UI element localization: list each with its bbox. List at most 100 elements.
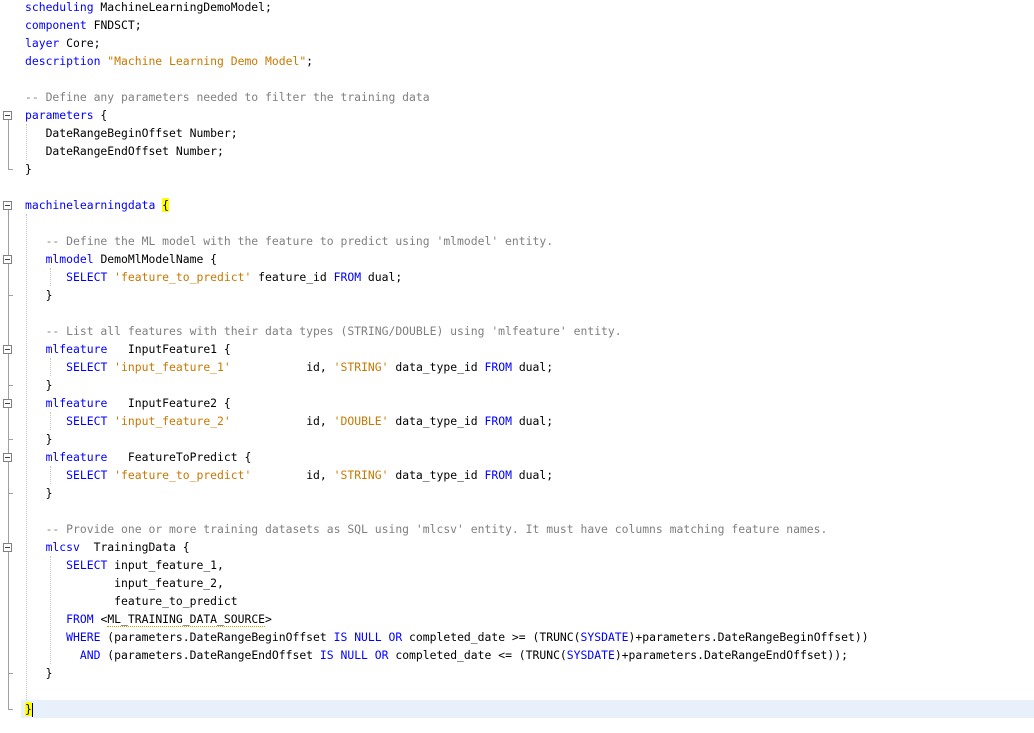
fold-gutter <box>0 0 22 733</box>
fold-line <box>8 462 9 493</box>
code-token: dual; <box>511 360 554 374</box>
code-token: FROM <box>333 270 362 284</box>
code-line[interactable]: feature_to_predict <box>25 592 1034 610</box>
code-line[interactable]: scheduling MachineLearningDemoModel; <box>25 0 1034 16</box>
code-line[interactable]: DateRangeBeginOffset Number; <box>25 124 1034 142</box>
fold-end <box>8 673 13 674</box>
indent-guide <box>50 268 51 286</box>
fold-line <box>8 120 9 169</box>
code-token: parameters <box>25 108 94 122</box>
code-line[interactable]: component FNDSCT; <box>25 16 1034 34</box>
code-line[interactable]: parameters { <box>25 106 1034 124</box>
code-token: FROM <box>484 468 512 482</box>
code-line[interactable]: SELECT 'input_feature_1' id, 'STRING' da… <box>25 358 1034 376</box>
code-line[interactable]: layer Core; <box>25 34 1034 52</box>
code-token: ; <box>306 54 314 68</box>
fold-end <box>8 169 13 170</box>
code-line[interactable] <box>25 682 1034 700</box>
code-line[interactable]: mlfeature InputFeature2 { <box>25 394 1034 412</box>
indent-guide <box>50 556 51 664</box>
code-line[interactable]: mlfeature InputFeature1 { <box>25 340 1034 358</box>
code-token: scheduling <box>25 0 94 14</box>
code-token: "Machine Learning Demo Model" <box>107 54 307 68</box>
text-caret <box>31 702 33 717</box>
code-token: { <box>162 198 170 212</box>
code-token: } <box>25 666 53 680</box>
code-line[interactable]: -- Define the ML model with the feature … <box>25 232 1034 250</box>
code-line[interactable]: SELECT 'feature_to_predict' feature_id F… <box>25 268 1034 286</box>
code-token: mlfeature <box>45 396 108 410</box>
code-line[interactable]: } <box>25 160 1034 178</box>
code-line[interactable]: DateRangeEndOffset Number; <box>25 142 1034 160</box>
code-token: SELECT <box>66 360 108 374</box>
code-token: InputFeature1 { <box>107 342 231 356</box>
code-token: 'STRING' <box>333 360 389 374</box>
code-token: FeatureToPredict { <box>107 450 252 464</box>
code-line[interactable]: mlfeature FeatureToPredict { <box>25 448 1034 466</box>
fold-collapse-icon[interactable] <box>3 453 12 462</box>
code-line[interactable] <box>25 502 1034 520</box>
code-line[interactable]: } <box>25 484 1034 502</box>
code-token: } <box>25 288 53 302</box>
code-line[interactable]: machinelearningdata { <box>25 196 1034 214</box>
code-line[interactable]: mlmodel DemoMlModelName { <box>25 250 1034 268</box>
code-token: 'input_feature_1' <box>114 360 231 374</box>
code-line[interactable]: } <box>21 700 1034 718</box>
code-line[interactable]: SELECT 'feature_to_predict' id, 'STRING'… <box>25 466 1034 484</box>
fold-end <box>8 385 13 386</box>
code-token: } <box>25 702 32 716</box>
code-line[interactable] <box>25 178 1034 196</box>
fold-collapse-icon[interactable] <box>3 201 12 210</box>
code-token: FROM <box>66 612 94 626</box>
fold-collapse-icon[interactable] <box>3 111 12 120</box>
code-line[interactable]: SELECT 'input_feature_2' id, 'DOUBLE' da… <box>25 412 1034 430</box>
code-token: feature_to_predict <box>25 594 238 608</box>
indent-guide <box>26 214 27 700</box>
indent-guide <box>50 412 51 430</box>
code-token: component <box>25 18 87 32</box>
code-line[interactable]: SELECT input_feature_1, <box>25 556 1034 574</box>
code-line[interactable]: description "Machine Learning Demo Model… <box>25 52 1034 70</box>
code-line[interactable]: FROM <ML_TRAINING_DATA_SOURCE> <box>25 610 1034 628</box>
code-token: ML_TRAINING_DATA_SOURCE <box>107 612 266 627</box>
code-line[interactable]: -- Define any parameters needed to filte… <box>25 88 1034 106</box>
code-token: InputFeature2 { <box>107 396 231 410</box>
code-token: SYSDATE <box>580 630 629 644</box>
code-line[interactable]: input_feature_2, <box>25 574 1034 592</box>
code-token: } <box>25 378 53 392</box>
code-line[interactable] <box>25 70 1034 88</box>
code-token: -- Define the ML model with the feature … <box>25 234 554 248</box>
code-line[interactable]: } <box>25 430 1034 448</box>
fold-collapse-icon[interactable] <box>3 255 12 264</box>
code-line[interactable]: -- Provide one or more training datasets… <box>25 520 1034 538</box>
fold-collapse-icon[interactable] <box>3 399 12 408</box>
code-token: id, <box>230 414 334 428</box>
code-line[interactable] <box>25 214 1034 232</box>
code-line[interactable]: -- List all features with their data typ… <box>25 322 1034 340</box>
code-line[interactable]: } <box>25 664 1034 682</box>
code-line[interactable]: } <box>25 376 1034 394</box>
code-token: FROM <box>484 360 512 374</box>
code-token: IS NULL OR <box>319 648 389 662</box>
code-line[interactable]: } <box>25 286 1034 304</box>
code-line[interactable]: AND (parameters.DateRangeEndOffset IS NU… <box>25 646 1034 664</box>
code-token: description <box>25 54 101 68</box>
code-token: TrainingData { <box>79 540 190 554</box>
code-line[interactable]: mlcsv TrainingData { <box>25 538 1034 556</box>
fold-collapse-icon[interactable] <box>3 543 12 552</box>
code-line[interactable] <box>25 304 1034 322</box>
code-token: mlcsv <box>45 540 80 554</box>
fold-end <box>8 493 13 494</box>
fold-collapse-icon[interactable] <box>3 345 12 354</box>
code-token: dual; <box>361 270 403 284</box>
code-token: (parameters.DateRangeBeginOffset <box>100 630 334 644</box>
indent-guide <box>26 124 27 160</box>
code-line[interactable]: WHERE (parameters.DateRangeBeginOffset I… <box>25 628 1034 646</box>
